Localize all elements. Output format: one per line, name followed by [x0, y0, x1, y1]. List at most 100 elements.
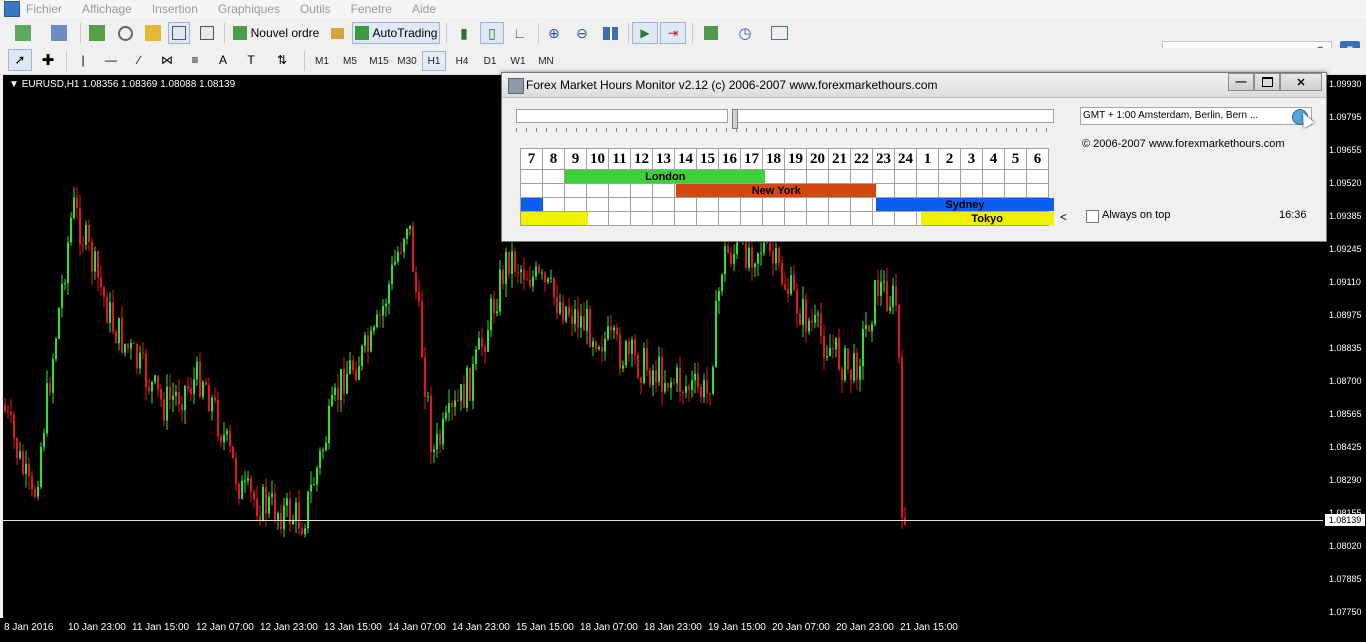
candle-body: [115, 331, 117, 344]
text-button[interactable]: A: [212, 49, 234, 71]
candle-body: [76, 197, 78, 208]
candle-body: [811, 320, 813, 323]
candle-body: [232, 446, 234, 459]
timeframe-m1[interactable]: M1: [310, 51, 334, 71]
line-chart-button[interactable]: ∟: [508, 22, 532, 44]
text-label-button[interactable]: T: [240, 49, 262, 71]
autotrading-button[interactable]: AutoTrading: [352, 22, 440, 44]
timeframe-d1[interactable]: D1: [478, 51, 502, 71]
candlestick-button[interactable]: ▯: [480, 22, 504, 44]
menu-aide[interactable]: Aide: [412, 2, 436, 16]
candle-body: [247, 478, 249, 481]
bar-chart-button[interactable]: ▮: [452, 22, 476, 44]
navigator-button[interactable]: [142, 22, 164, 44]
menu-graphiques[interactable]: Graphiques: [218, 2, 280, 16]
grid-cell: [960, 169, 983, 184]
data-window-button[interactable]: [114, 22, 136, 44]
candle-body: [814, 314, 816, 323]
time-slider-right[interactable]: [734, 109, 1054, 123]
zoom-out-button[interactable]: ⊖: [570, 22, 594, 44]
menu-fichier[interactable]: Fichier: [26, 2, 62, 16]
new-chart-button[interactable]: [8, 22, 38, 44]
menu-insertion[interactable]: Insertion: [152, 2, 198, 16]
profiles-button[interactable]: [44, 22, 74, 44]
cursor-button[interactable]: ➚: [8, 49, 32, 71]
menu-fenetre[interactable]: Fenetre: [351, 2, 392, 16]
time-slider-thumb[interactable]: [732, 109, 738, 129]
candle-body: [154, 375, 156, 382]
fmh-titlebar[interactable]: Forex Market Hours Monitor v2.12 (c) 200…: [502, 73, 1326, 98]
menu-outils[interactable]: Outils: [300, 2, 331, 16]
periods-button[interactable]: ◷: [730, 22, 760, 44]
autoscroll-button[interactable]: ▶: [632, 22, 658, 44]
time-tick: 19 Jan 15:00: [708, 622, 766, 633]
tile-windows-button[interactable]: [598, 22, 622, 44]
timeframe-mn[interactable]: MN: [534, 51, 558, 71]
minimize-button[interactable]: —: [1228, 73, 1254, 91]
arrows-icon: ⇅: [276, 53, 288, 67]
candle-body: [757, 253, 759, 264]
candle-body: [781, 262, 783, 285]
horizontal-line-button[interactable]: —: [100, 49, 122, 71]
candle-body: [688, 386, 690, 391]
vertical-line-button[interactable]: |: [72, 49, 94, 71]
timeframe-m5[interactable]: M5: [338, 51, 362, 71]
candle-body: [859, 366, 861, 380]
candle-body: [880, 282, 882, 296]
candle-body: [481, 338, 483, 347]
candle-body: [427, 396, 429, 398]
candle-body: [835, 337, 837, 350]
candle-body: [577, 309, 579, 328]
time-slider-left[interactable]: [516, 109, 728, 123]
grid-cell: [828, 169, 851, 184]
terminal-button[interactable]: [168, 22, 190, 44]
metaeditor-button[interactable]: [326, 22, 348, 44]
time-tick: 18 Jan 07:00: [580, 622, 638, 633]
timeframe-h4[interactable]: H4: [450, 51, 474, 71]
candle-body: [580, 315, 582, 328]
candle-body: [601, 346, 603, 352]
always-on-top-checkbox[interactable]: [1086, 210, 1099, 223]
timezone-select[interactable]: GMT + 1:00 Amsterdam, Berlin, Bern ...: [1080, 107, 1312, 125]
crosshair-button[interactable]: ✚: [36, 49, 60, 71]
maximize-button[interactable]: [1254, 73, 1280, 91]
equidistant-channel-button[interactable]: ⋈: [156, 49, 178, 71]
grid-cell: [718, 197, 741, 212]
arrows-button[interactable]: ⇅: [268, 49, 296, 71]
candle-body: [856, 353, 858, 380]
candle-body: [826, 356, 828, 358]
fibonacci-button[interactable]: ≡: [184, 49, 206, 71]
timeframe-m15[interactable]: M15: [366, 51, 392, 71]
timeframe-m30[interactable]: M30: [394, 51, 420, 71]
candle-body: [358, 366, 360, 380]
standard-toolbar: Nouvel ordre AutoTrading ▮ ▯ ∟ ⊕ ⊖ ▶ ⇥ ◷…: [0, 18, 1366, 61]
grid-cell: [916, 183, 939, 198]
trendline-button[interactable]: ∕: [128, 49, 150, 71]
candle-body: [526, 279, 528, 281]
candle-body: [676, 367, 678, 384]
candle-body: [277, 512, 279, 520]
time-tick: 13 Jan 15:00: [324, 622, 382, 633]
new-order-icon: [232, 26, 247, 40]
market-watch-button[interactable]: [86, 22, 108, 44]
time-tick: 20 Jan 07:00: [772, 622, 830, 633]
candle-body: [763, 240, 765, 253]
zoom-in-button[interactable]: ⊕: [542, 22, 566, 44]
candle-body: [403, 238, 405, 253]
autotrading-icon: [354, 26, 369, 40]
collapse-arrow[interactable]: <: [1060, 210, 1067, 224]
indicators-button[interactable]: [696, 22, 726, 44]
timeframe-w1[interactable]: W1: [506, 51, 530, 71]
candle-body: [664, 383, 666, 392]
chart-shift-button[interactable]: ⇥: [660, 22, 686, 44]
tester-button[interactable]: [196, 22, 218, 44]
menu-affichage[interactable]: Affichage: [82, 2, 132, 16]
timeframe-h1[interactable]: H1: [422, 51, 446, 71]
price-tick: 1.08975: [1329, 310, 1362, 320]
candle-body: [202, 382, 204, 397]
candle-body: [718, 291, 720, 301]
close-button[interactable]: ✕: [1280, 73, 1322, 91]
new-order-button[interactable]: Nouvel ordre: [230, 22, 322, 44]
candle-body: [100, 277, 102, 288]
templates-button[interactable]: [764, 22, 794, 44]
